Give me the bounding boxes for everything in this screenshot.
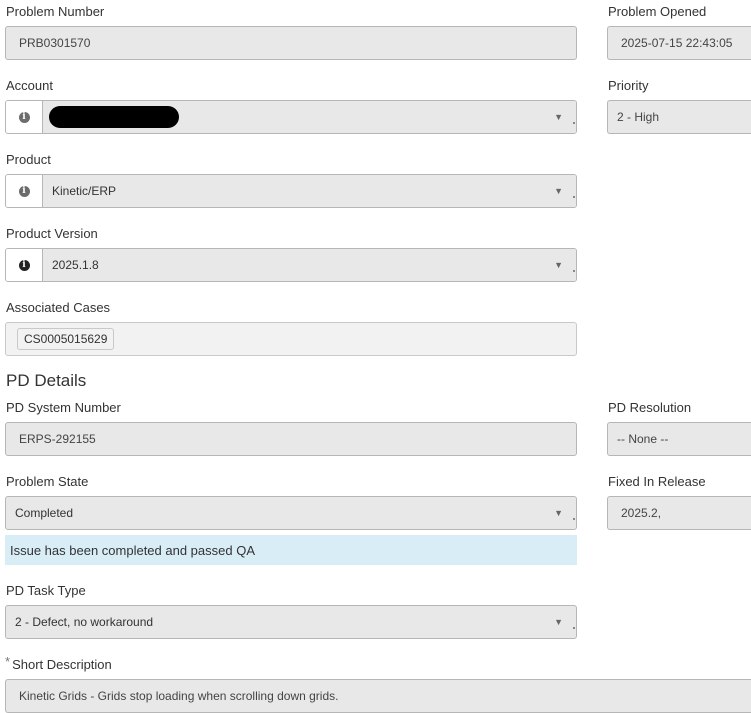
problem-opened-label: Problem Opened xyxy=(608,4,707,19)
chevron-down-icon: ▼ xyxy=(554,186,563,196)
redaction-mark xyxy=(49,106,179,128)
product-value: Kinetic/ERP xyxy=(52,184,117,198)
chevron-down-icon: ▼ xyxy=(554,112,563,122)
product-select[interactable]: Kinetic/ERP xyxy=(43,175,576,207)
product-version-reference-field[interactable]: i 2025.1.8 ▼ xyxy=(5,248,577,282)
chevron-down-icon: ▼ xyxy=(554,260,563,270)
priority-select[interactable]: 2 - High xyxy=(607,100,751,134)
product-version-value: 2025.1.8 xyxy=(52,258,99,272)
short-description-label: * Short Description xyxy=(5,654,112,672)
resize-dot xyxy=(573,196,575,198)
product-reference-field[interactable]: i Kinetic/ERP ▼ xyxy=(5,174,577,208)
short-description-label-text: Short Description xyxy=(12,657,112,672)
priority-label: Priority xyxy=(608,78,649,93)
account-info-button[interactable]: i xyxy=(6,101,43,133)
pd-task-type-label: PD Task Type xyxy=(6,583,86,598)
info-icon: i xyxy=(18,259,30,271)
resize-dot xyxy=(573,627,575,629)
short-description-field[interactable]: Kinetic Grids - Grids stop loading when … xyxy=(5,679,751,713)
required-mark: * xyxy=(5,654,11,669)
product-info-button[interactable]: i xyxy=(6,175,43,207)
pd-task-type-select[interactable]: 2 - Defect, no workaround ▼ xyxy=(5,605,577,639)
resize-dot xyxy=(573,270,575,272)
fixed-in-release-field[interactable]: 2025.2, xyxy=(607,496,751,530)
product-version-select[interactable]: 2025.1.8 xyxy=(43,249,576,281)
resize-dot xyxy=(573,122,575,124)
product-version-info-button[interactable]: i xyxy=(6,249,43,281)
pd-resolution-label: PD Resolution xyxy=(608,400,692,415)
problem-opened-field[interactable]: 2025-07-15 22:43:05 xyxy=(607,26,751,60)
pd-details-heading: PD Details xyxy=(6,371,87,390)
problem-state-select[interactable]: Completed ▼ xyxy=(5,496,577,530)
account-reference-field[interactable]: i ▼ xyxy=(5,100,577,134)
account-label: Account xyxy=(6,78,53,93)
info-icon: i xyxy=(18,111,30,123)
pd-system-number-label: PD System Number xyxy=(6,400,121,415)
pd-system-number-field[interactable]: ERPS-292155 xyxy=(5,422,577,456)
fixed-in-release-label: Fixed In Release xyxy=(608,474,706,489)
chevron-down-icon: ▼ xyxy=(554,617,563,627)
info-icon: i xyxy=(18,185,30,197)
pd-task-type-value: 2 - Defect, no workaround xyxy=(15,615,154,629)
problem-state-message: Issue has been completed and passed QA xyxy=(5,535,577,565)
problem-state-label: Problem State xyxy=(6,474,89,489)
problem-number-label: Problem Number xyxy=(6,4,105,19)
associated-cases-field[interactable]: CS0005015629 xyxy=(5,322,577,356)
problem-state-value: Completed xyxy=(15,506,74,520)
product-version-label: Product Version xyxy=(6,226,98,241)
product-label: Product xyxy=(6,152,51,167)
pd-resolution-select[interactable]: -- None -- xyxy=(607,422,751,456)
case-chip[interactable]: CS0005015629 xyxy=(17,328,115,350)
problem-number-field[interactable]: PRB0301570 xyxy=(5,26,577,60)
chevron-down-icon: ▼ xyxy=(554,508,563,518)
resize-dot xyxy=(573,518,575,520)
associated-cases-label: Associated Cases xyxy=(6,300,111,315)
